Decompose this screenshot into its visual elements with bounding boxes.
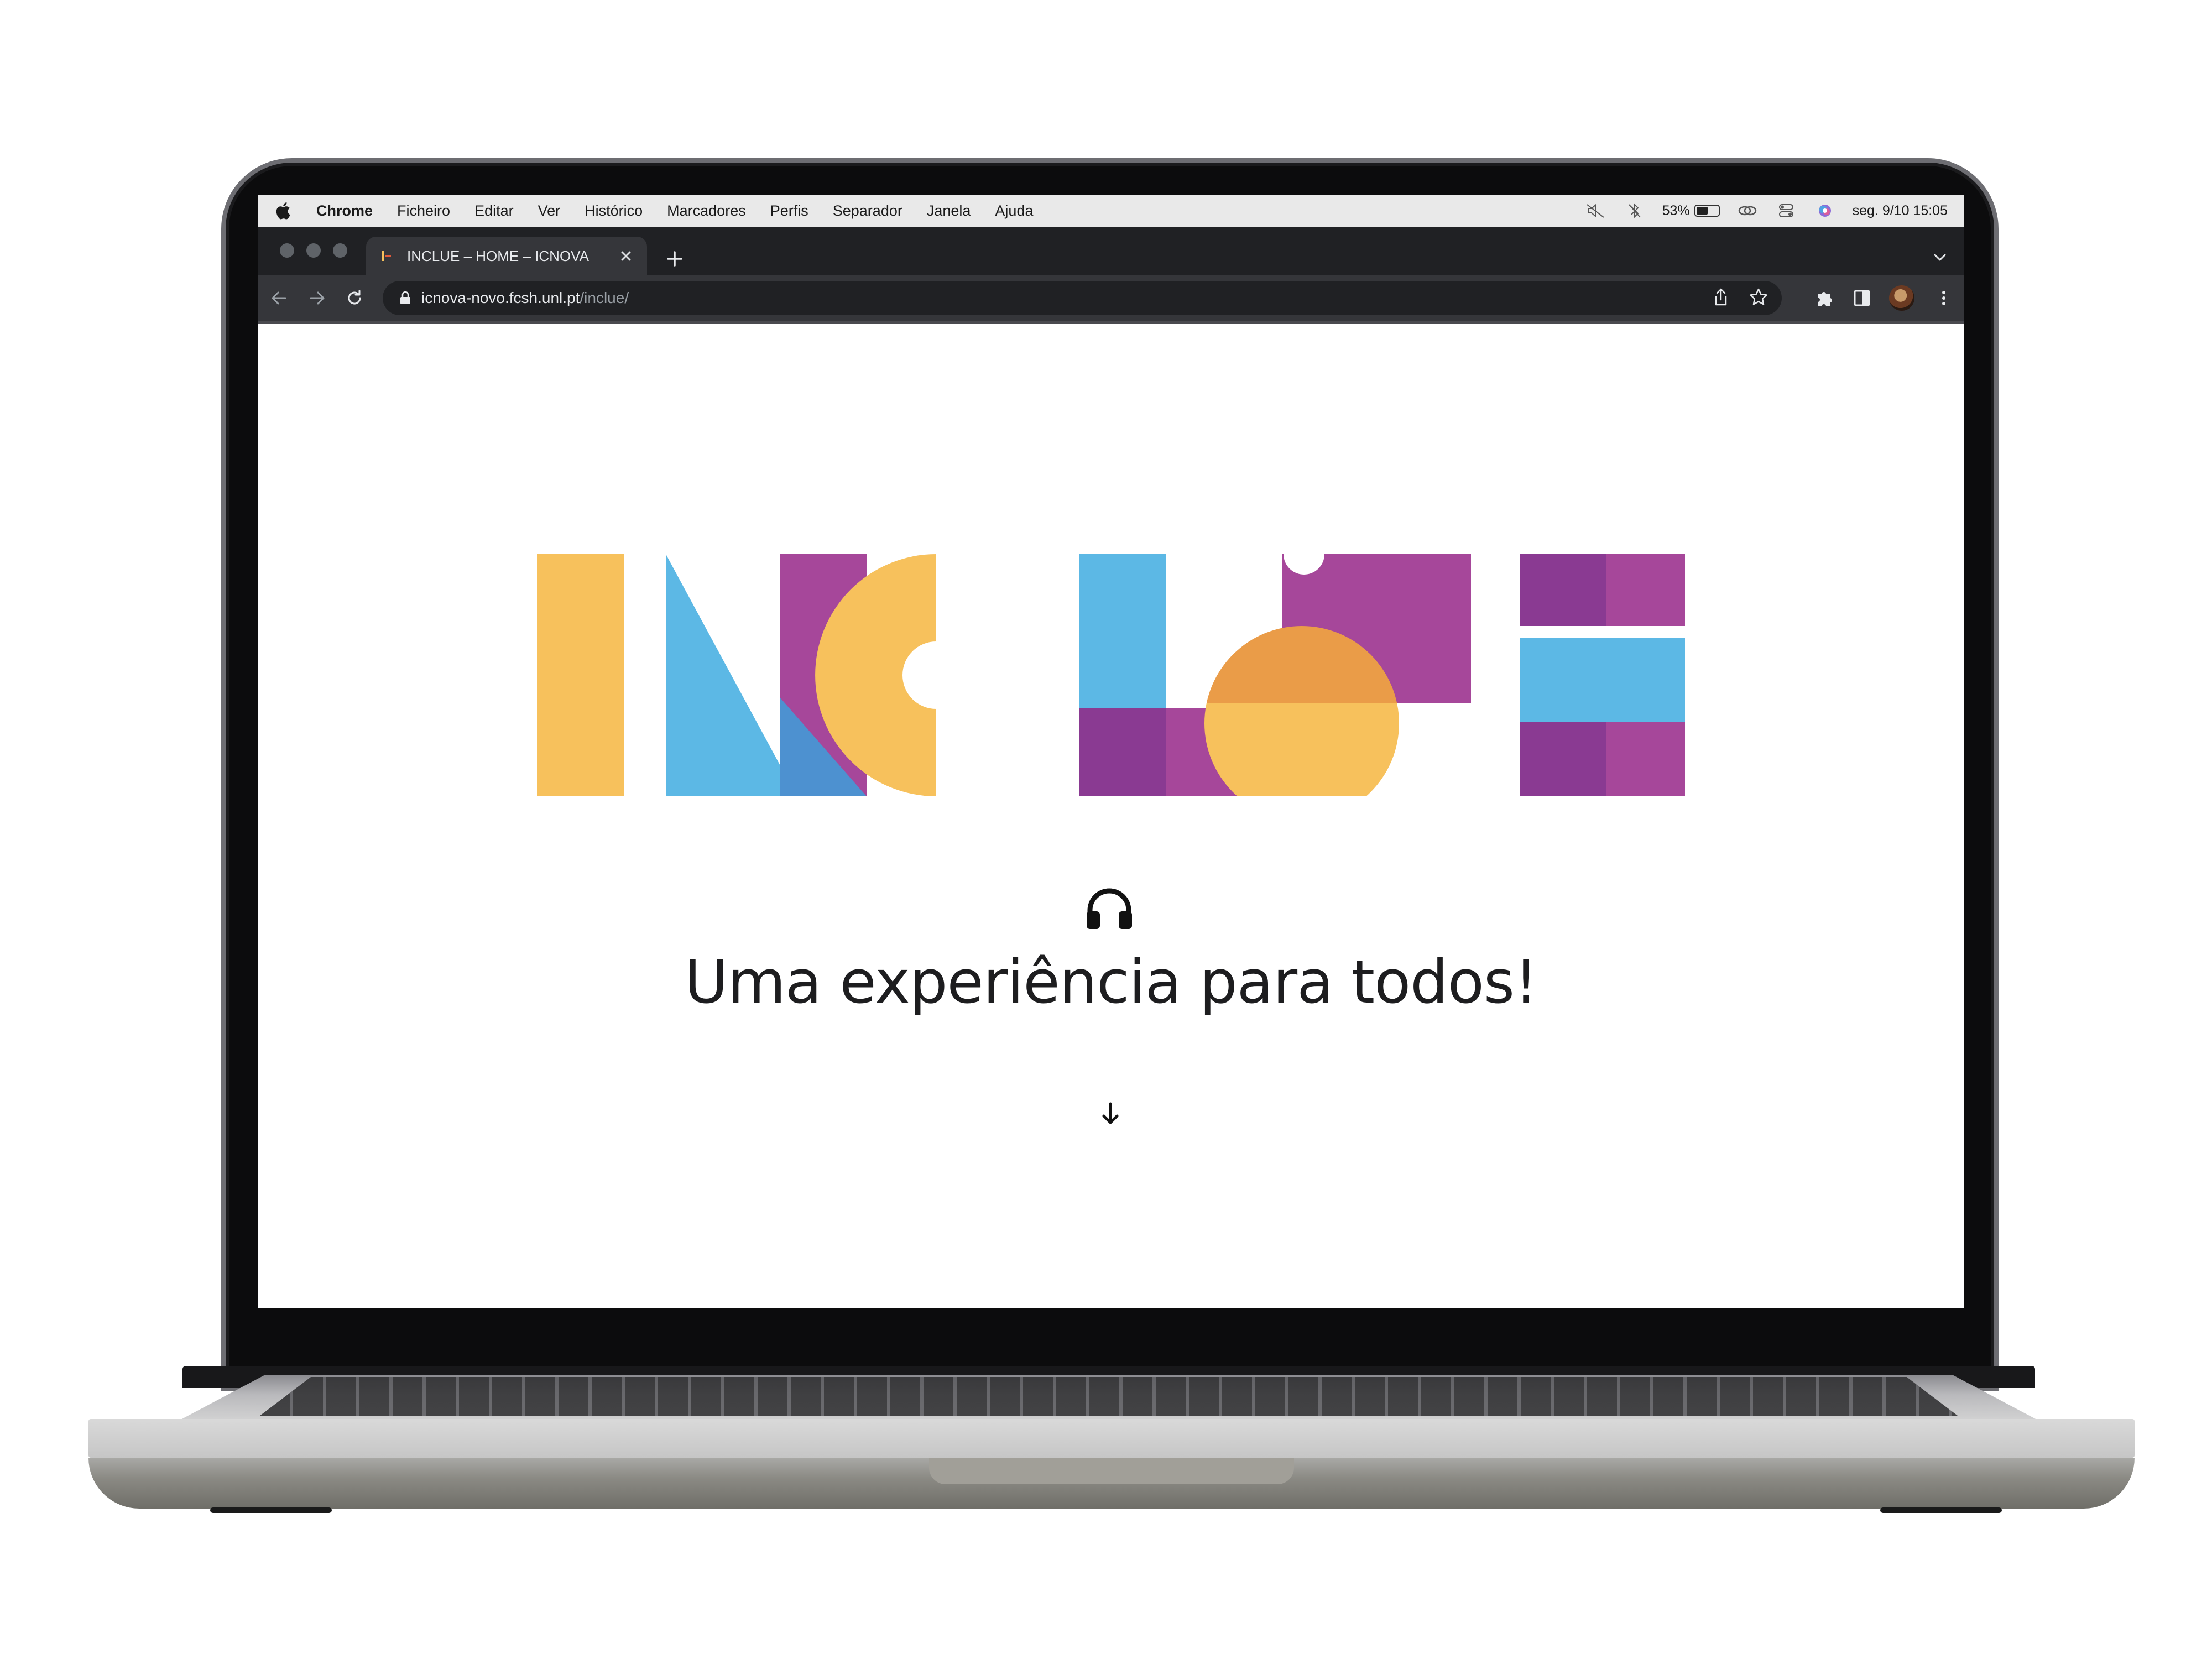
chevron-down-icon[interactable] (1930, 248, 1950, 268)
mute-icon[interactable] (1585, 202, 1607, 219)
page-tagline: Uma experiência para todos! (684, 948, 1538, 1017)
mac-menu-bar: Chrome Ficheiro Editar Ver Histórico Mar… (258, 195, 1964, 227)
extensions-puzzle-icon[interactable] (1813, 286, 1836, 310)
apple-icon[interactable] (274, 201, 294, 221)
browser-tab-strip: INCLUE – HOME – ICNOVA (258, 227, 1964, 275)
bookmark-star-icon[interactable] (1747, 286, 1770, 309)
menu-historico[interactable]: Histórico (585, 202, 643, 220)
minimize-window-button[interactable] (306, 243, 321, 258)
menu-app-name[interactable]: Chrome (316, 202, 373, 220)
zoom-window-button[interactable] (333, 243, 347, 258)
window-controls (280, 243, 347, 258)
laptop-screen: Chrome Ficheiro Editar Ver Histórico Mar… (258, 195, 1964, 1308)
url-path: /inclue/ (580, 289, 629, 306)
new-tab-button[interactable] (664, 248, 686, 270)
forward-arrow-icon[interactable] (305, 286, 328, 310)
inclue-logo (537, 554, 1685, 796)
address-bar[interactable]: icnova-novo.fcsh.unl.pt/inclue/ (383, 281, 1782, 315)
menu-separador[interactable]: Separador (833, 202, 902, 220)
laptop-foot-right (1880, 1507, 2002, 1513)
tab-inclue-home[interactable]: INCLUE – HOME – ICNOVA (366, 237, 647, 275)
reload-icon[interactable] (343, 286, 366, 310)
menu-ver[interactable]: Ver (538, 202, 561, 220)
battery-percent: 53% (1662, 202, 1690, 218)
url-host: icnova-novo.fcsh.unl.pt (421, 289, 580, 306)
more-menu-icon[interactable] (1932, 286, 1955, 310)
back-arrow-icon[interactable] (268, 286, 291, 310)
link-icon[interactable] (1736, 202, 1759, 219)
close-icon[interactable] (615, 245, 637, 267)
menu-ficheiro[interactable]: Ficheiro (397, 202, 450, 220)
browser-toolbar: icnova-novo.fcsh.unl.pt/inclue/ (258, 275, 1964, 321)
battery-fill (1696, 207, 1708, 215)
menu-ajuda[interactable]: Ajuda (995, 202, 1033, 220)
web-page: Uma experiência para todos! (258, 324, 1964, 1308)
menu-editar[interactable]: Editar (474, 202, 514, 220)
profile-avatar[interactable] (1889, 285, 1914, 311)
share-icon[interactable] (1710, 286, 1732, 309)
siri-icon[interactable] (1814, 202, 1836, 219)
menu-marcadores[interactable]: Marcadores (667, 202, 746, 220)
menu-bar-status-area: 53% seg. 9/10 15:05 (1585, 195, 1948, 227)
menu-perfis[interactable]: Perfis (770, 202, 808, 220)
close-window-button[interactable] (280, 243, 294, 258)
battery-icon (1694, 205, 1720, 217)
tab-title: INCLUE – HOME – ICNOVA (407, 247, 589, 264)
battery-indicator[interactable]: 53% (1662, 203, 1720, 219)
arrow-down-icon[interactable] (1095, 1098, 1126, 1129)
control-center-icon[interactable] (1775, 202, 1797, 219)
laptop-keyboard (260, 1377, 1958, 1416)
side-panel-icon[interactable] (1850, 286, 1874, 310)
site-favicon (382, 251, 391, 261)
bluetooth-icon[interactable] (1624, 202, 1646, 219)
lock-icon[interactable] (399, 291, 411, 305)
laptop-foot-left (210, 1507, 332, 1513)
menu-janela[interactable]: Janela (927, 202, 971, 220)
menu-bar-clock[interactable]: seg. 9/10 15:05 (1853, 203, 1948, 219)
laptop-base (88, 1419, 2135, 1458)
laptop-notch (929, 1458, 1294, 1484)
headphones-icon[interactable] (1083, 886, 1135, 930)
